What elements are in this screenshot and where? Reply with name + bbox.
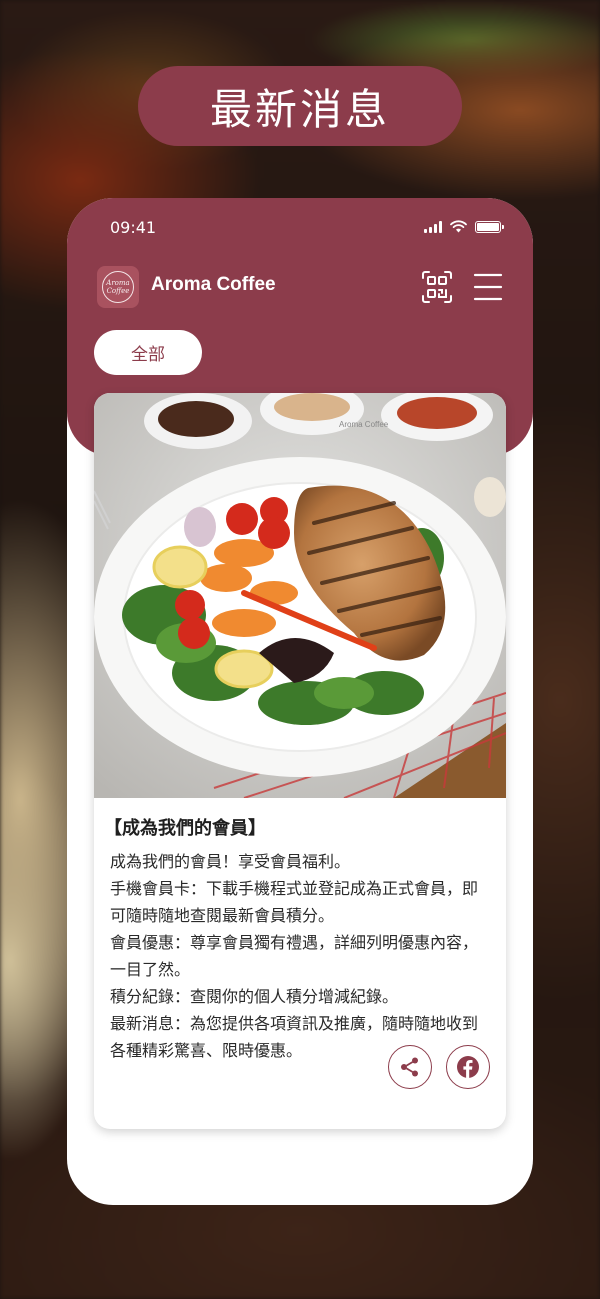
qr-code-scan-icon[interactable] [421, 270, 453, 304]
app-logo[interactable]: Aroma Coffee [97, 266, 139, 308]
news-body: 成為我們的會員！享受會員福利。 手機會員卡：下載手機程式並登記成為正式會員，即可… [110, 848, 490, 1064]
wifi-icon [450, 220, 467, 233]
status-time: 09:41 [110, 218, 157, 237]
logo-text-line2: Coffee [106, 287, 130, 295]
news-actions [388, 1045, 490, 1089]
phone-frame: 09:41 Aroma Coffee Aroma Coffee 全部 Aroma… [67, 198, 533, 1205]
news-paragraph: 成為我們的會員！享受會員福利。 [110, 852, 351, 871]
logo-badge: Aroma Coffee [102, 271, 134, 303]
app-name: Aroma Coffee [151, 274, 276, 295]
news-paragraph: 積分紀錄：查閱你的個人積分增減紀錄。 [110, 987, 399, 1006]
news-paragraph: 手機會員卡：下載手機程式並登記成為正式會員，即可隨時隨地查閱最新會員積分。 [110, 879, 479, 925]
logo-text-line1: Aroma [106, 279, 130, 287]
share-button[interactable] [388, 1045, 432, 1089]
facebook-button[interactable] [446, 1045, 490, 1089]
filter-chip-row: 全部 [94, 330, 202, 375]
news-image: Aroma Coffee [94, 393, 506, 798]
share-icon [401, 1057, 418, 1077]
page-title: 最新消息 [138, 66, 462, 146]
news-paragraph: 會員優惠：尊享會員獨有禮遇，詳細列明優惠內容，一目了然。 [110, 933, 479, 979]
news-card[interactable]: Aroma Coffee 【成為我們的會員】 成為我們的會員！享受會員福利。 手… [94, 393, 506, 1129]
app-header: Aroma Coffee Aroma Coffee [67, 260, 533, 314]
facebook-icon [457, 1056, 479, 1078]
news-content: 【成為我們的會員】 成為我們的會員！享受會員福利。 手機會員卡：下載手機程式並登… [94, 798, 506, 1064]
status-bar: 09:41 [67, 198, 533, 258]
battery-icon [475, 220, 504, 233]
news-title: 【成為我們的會員】 [104, 818, 266, 839]
status-icons [424, 220, 504, 233]
image-watermark: Aroma Coffee [339, 420, 389, 429]
filter-chip-all[interactable]: 全部 [94, 330, 202, 375]
signal-icon [424, 220, 442, 233]
hamburger-menu-icon[interactable] [473, 272, 503, 302]
